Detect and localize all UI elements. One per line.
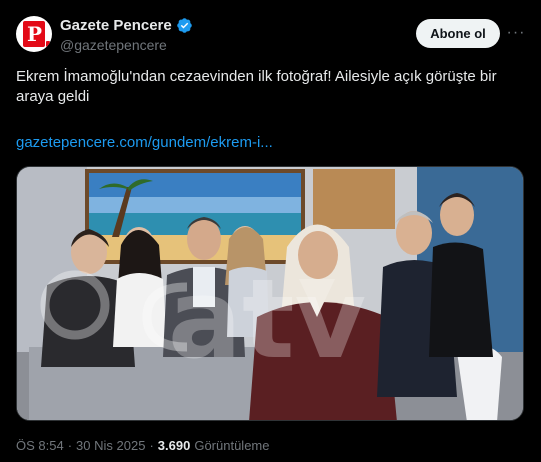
- follow-button[interactable]: Abone ol: [416, 19, 500, 48]
- handle[interactable]: @gazetepencere: [60, 37, 167, 53]
- author-name-row: Gazete Pencere: [60, 17, 193, 34]
- tweet-text: Ekrem İmamoğlu'ndan cezaevinden ilk foto…: [16, 68, 497, 105]
- views-label: Görüntüleme: [194, 438, 270, 453]
- tweet-link[interactable]: gazetepencere.com/gundem/ekrem-i...: [16, 134, 273, 151]
- tweet-card: P Gazete Pencere @gazetepencere Abone ol…: [0, 0, 541, 462]
- tweet-date[interactable]: 30 Nis 2025: [76, 438, 145, 453]
- views-count: 3.690: [157, 438, 191, 453]
- tweet-time[interactable]: ÖS 8:54: [16, 438, 64, 453]
- more-dots-icon[interactable]: ···: [505, 22, 527, 44]
- gazete-pencere-logo: P: [23, 21, 50, 47]
- tweet-photo[interactable]: atv: [16, 166, 524, 421]
- atv-watermark: atv: [168, 255, 367, 383]
- tweet-meta: ÖS 8:54 · 30 Nis 2025 · 3.690 Görüntülem…: [16, 438, 269, 453]
- verified-badge-icon: [176, 17, 193, 34]
- display-name[interactable]: Gazete Pencere: [60, 17, 172, 34]
- meta-separator: ·: [149, 438, 154, 453]
- avatar[interactable]: P: [16, 16, 52, 52]
- meta-separator: ·: [67, 438, 73, 453]
- family-visit-photo: atv: [17, 167, 523, 420]
